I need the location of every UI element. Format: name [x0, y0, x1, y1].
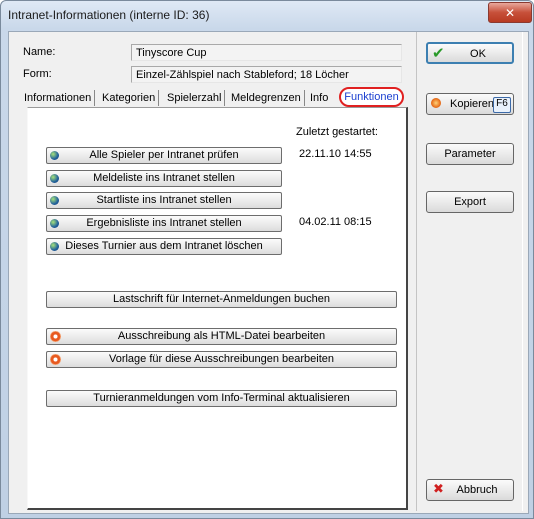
- functions-panel: Zuletzt gestartet: Alle Spieler per Intr…: [27, 107, 408, 510]
- results-list-intranet-button[interactable]: Ergebnisliste ins Intranet stellen: [46, 215, 282, 232]
- cancel-icon: ✖: [433, 482, 444, 497]
- cancel-button[interactable]: ✖ Abbruch: [426, 479, 514, 501]
- tab-label: Informationen: [24, 92, 92, 104]
- name-field: Tinyscore Cup: [131, 44, 402, 61]
- name-label: Name:: [23, 46, 56, 58]
- ok-button[interactable]: ✔ OK: [426, 42, 514, 64]
- web-icon: [50, 331, 61, 342]
- parameter-button[interactable]: Parameter: [426, 143, 514, 165]
- check-icon: ✔: [432, 44, 445, 62]
- globe-icon: [50, 196, 59, 205]
- copy-button[interactable]: Kopieren F6: [426, 93, 514, 115]
- tab-label: Funktionen: [344, 91, 399, 103]
- delete-tournament-intranet-button[interactable]: Dieses Turnier aus dem Intranet löschen: [46, 238, 282, 255]
- export-button[interactable]: Export: [426, 191, 514, 213]
- window-title: Intranet-Informationen (interne ID: 36): [8, 8, 210, 22]
- start-list-intranet-button[interactable]: Startliste ins Intranet stellen: [46, 192, 282, 209]
- copy-icon: [431, 98, 441, 108]
- globe-icon: [50, 219, 59, 228]
- dialog-window: Intranet-Informationen (interne ID: 36) …: [0, 0, 534, 519]
- globe-icon: [50, 174, 59, 183]
- copy-label: Kopieren: [450, 98, 495, 110]
- edit-html-announcement-button[interactable]: Ausschreibung als HTML-Datei bearbeiten: [46, 328, 397, 345]
- tab-meldegrenzen[interactable]: Meldegrenzen: [228, 90, 305, 106]
- last-started-value: 04.02.11 08:15: [299, 216, 372, 228]
- update-terminal-registrations-button[interactable]: Turnieranmeldungen vom Info-Terminal akt…: [46, 390, 397, 407]
- tab-info[interactable]: Info: [307, 90, 331, 106]
- form-label: Form:: [23, 68, 52, 80]
- close-button[interactable]: ✕: [488, 2, 532, 23]
- debit-internet-registrations-button[interactable]: Lastschrift für Internet-Anmeldungen buc…: [46, 291, 397, 308]
- tab-informationen[interactable]: Informationen: [21, 90, 96, 106]
- edit-announcement-template-button[interactable]: Vorlage für diese Ausschreibungen bearbe…: [46, 351, 397, 368]
- last-started-label: Zuletzt gestartet:: [296, 126, 378, 138]
- tab-label: Info: [310, 92, 329, 104]
- title-bar[interactable]: Intranet-Informationen (interne ID: 36) …: [1, 1, 533, 29]
- tab-funktionen[interactable]: Funktionen: [339, 87, 404, 107]
- copy-shortcut-key: F6: [493, 97, 511, 113]
- web-icon: [50, 354, 61, 365]
- form-field: Einzel-Zählspiel nach Stableford; 18 Löc…: [131, 66, 402, 83]
- cancel-label: Abbruch: [456, 484, 498, 496]
- tab-label: Meldegrenzen: [231, 92, 301, 104]
- check-players-intranet-button[interactable]: Alle Spieler per Intranet prüfen: [46, 147, 282, 164]
- tab-label: Kategorien: [102, 92, 156, 104]
- parameter-label: Parameter: [444, 148, 496, 160]
- registration-list-intranet-button[interactable]: Meldeliste ins Intranet stellen: [46, 170, 282, 187]
- globe-icon: [50, 242, 59, 251]
- last-started-value: 22.11.10 14:55: [299, 148, 372, 160]
- tab-label: Spielerzahl: [167, 92, 222, 104]
- dialog-client: Name: Tinyscore Cup Form: Einzel-Zählspi…: [8, 31, 529, 514]
- tab-spielerzahl[interactable]: Spielerzahl: [164, 90, 226, 106]
- close-icon: ✕: [504, 5, 516, 20]
- ok-label: OK: [470, 48, 486, 60]
- tab-kategorien[interactable]: Kategorien: [99, 90, 160, 106]
- globe-icon: [50, 151, 59, 160]
- export-label: Export: [454, 196, 486, 208]
